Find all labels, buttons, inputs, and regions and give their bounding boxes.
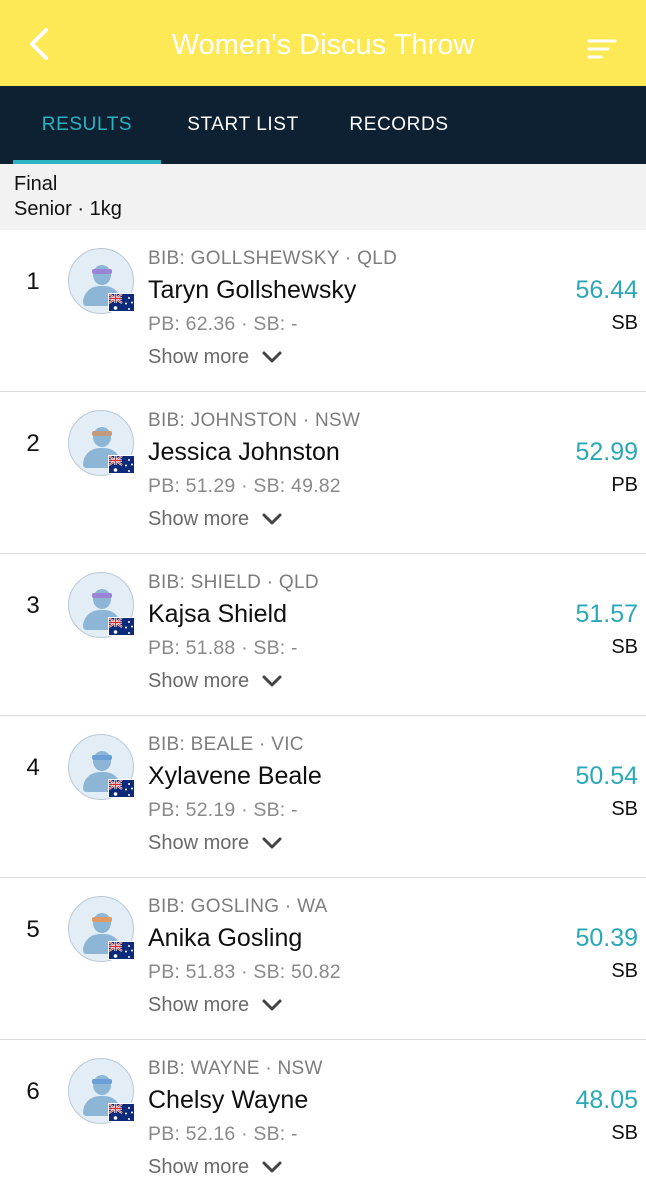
athlete-avatar — [68, 896, 135, 962]
show-more-button[interactable]: Show more — [148, 1154, 283, 1180]
athlete-pb-sb: PB: 52.16 · SB: - — [148, 1123, 298, 1145]
event-category: Senior · 1kg — [14, 198, 122, 220]
event-subheader: Final Senior · 1kg — [0, 164, 646, 230]
australia-flag-icon — [108, 617, 135, 636]
show-more-label: Show more — [148, 831, 250, 854]
athlete-name: Chelsy Wayne — [148, 1086, 309, 1114]
rank-number: 4 — [26, 754, 40, 781]
result-tag: SB — [611, 798, 638, 820]
athlete-name: Jessica Johnston — [148, 438, 340, 466]
athlete-bib: BIB: BEALE · VIC — [148, 734, 304, 755]
tab-records[interactable]: RECORDS — [336, 86, 462, 164]
sort-lines-icon — [587, 39, 617, 59]
page-title: Women's Discus Throw — [171, 29, 475, 61]
rank-number: 6 — [26, 1078, 40, 1105]
chevron-down-icon — [262, 1161, 282, 1173]
athlete-avatar — [68, 410, 135, 476]
athlete-pb-sb: PB: 51.29 · SB: 49.82 — [148, 475, 341, 497]
chevron-down-icon — [262, 675, 282, 687]
australia-flag-icon — [108, 941, 135, 960]
result-mark: 51.57 — [575, 600, 638, 628]
show-more-label: Show more — [148, 1155, 250, 1178]
result-mark: 52.99 — [575, 438, 638, 466]
athlete-pb-sb: PB: 52.19 · SB: - — [148, 799, 298, 821]
show-more-button[interactable]: Show more — [148, 506, 283, 532]
result-mark: 50.54 — [575, 762, 638, 790]
result-row[interactable]: 2 BIB: JOHNSTON · NSW Jessica Johnston P… — [0, 392, 646, 554]
show-more-label: Show more — [148, 669, 250, 692]
athlete-name: Taryn Gollshewsky — [148, 276, 357, 304]
australia-flag-icon — [108, 455, 135, 474]
australia-flag-icon — [108, 1103, 135, 1122]
rank-number: 2 — [26, 430, 40, 457]
show-more-label: Show more — [148, 507, 250, 530]
chevron-down-icon — [262, 513, 282, 525]
show-more-button[interactable]: Show more — [148, 668, 283, 694]
athlete-pb-sb: PB: 51.83 · SB: 50.82 — [148, 961, 341, 983]
result-row[interactable]: 5 BIB: GOSLING · WA Anika Gosling PB: 51… — [0, 878, 646, 1040]
result-row[interactable]: 4 BIB: BEALE · VIC Xylavene Beale PB: 52… — [0, 716, 646, 878]
australia-flag-icon — [108, 293, 135, 312]
results-list: 1 BIB: GOLLSHEWSKY · QLD Taryn Gollshews… — [0, 230, 646, 1200]
athlete-bib: BIB: WAYNE · NSW — [148, 1058, 323, 1079]
rank-number: 1 — [26, 268, 40, 295]
result-tag: PB — [611, 474, 638, 496]
athlete-avatar — [68, 734, 135, 800]
rank-number: 3 — [26, 592, 40, 619]
show-more-button[interactable]: Show more — [148, 992, 283, 1018]
athlete-avatar — [68, 572, 135, 638]
athlete-avatar — [68, 248, 135, 314]
chevron-down-icon — [262, 837, 282, 849]
athlete-bib: BIB: JOHNSTON · NSW — [148, 410, 361, 431]
show-more-label: Show more — [148, 993, 250, 1016]
result-tag: SB — [611, 1122, 638, 1144]
tab-bar: RESULTS START LIST RECORDS — [0, 86, 646, 164]
result-mark: 50.39 — [575, 924, 638, 952]
show-more-button[interactable]: Show more — [148, 344, 283, 370]
australia-flag-icon — [108, 779, 135, 798]
result-tag: SB — [611, 960, 638, 982]
result-row[interactable]: 3 BIB: SHIELD · QLD Kajsa Shield PB: 51.… — [0, 554, 646, 716]
tab-results[interactable]: RESULTS — [13, 86, 161, 164]
result-row[interactable]: 6 BIB: WAYNE · NSW Chelsy Wayne PB: 52.1… — [0, 1040, 646, 1200]
app-header: Women's Discus Throw — [0, 0, 646, 86]
rank-number: 5 — [26, 916, 40, 943]
result-mark: 48.05 — [575, 1086, 638, 1114]
sort-button[interactable] — [582, 32, 622, 66]
result-row[interactable]: 1 BIB: GOLLSHEWSKY · QLD Taryn Gollshews… — [0, 230, 646, 392]
athlete-name: Kajsa Shield — [148, 600, 287, 628]
result-tag: SB — [611, 636, 638, 658]
chevron-down-icon — [262, 351, 282, 363]
athlete-avatar — [68, 1058, 135, 1124]
event-round: Final — [14, 173, 58, 195]
athlete-name: Anika Gosling — [148, 924, 303, 952]
chevron-down-icon — [262, 999, 282, 1011]
athlete-pb-sb: PB: 51.88 · SB: - — [148, 637, 298, 659]
tab-start-list[interactable]: START LIST — [172, 86, 314, 164]
athlete-pb-sb: PB: 62.36 · SB: - — [148, 313, 298, 335]
show-more-label: Show more — [148, 345, 250, 368]
athlete-bib: BIB: GOLLSHEWSKY · QLD — [148, 248, 398, 269]
athlete-bib: BIB: GOSLING · WA — [148, 896, 328, 917]
athlete-bib: BIB: SHIELD · QLD — [148, 572, 319, 593]
show-more-button[interactable]: Show more — [148, 830, 283, 856]
result-mark: 56.44 — [575, 276, 638, 304]
result-tag: SB — [611, 312, 638, 334]
athlete-name: Xylavene Beale — [148, 762, 322, 790]
